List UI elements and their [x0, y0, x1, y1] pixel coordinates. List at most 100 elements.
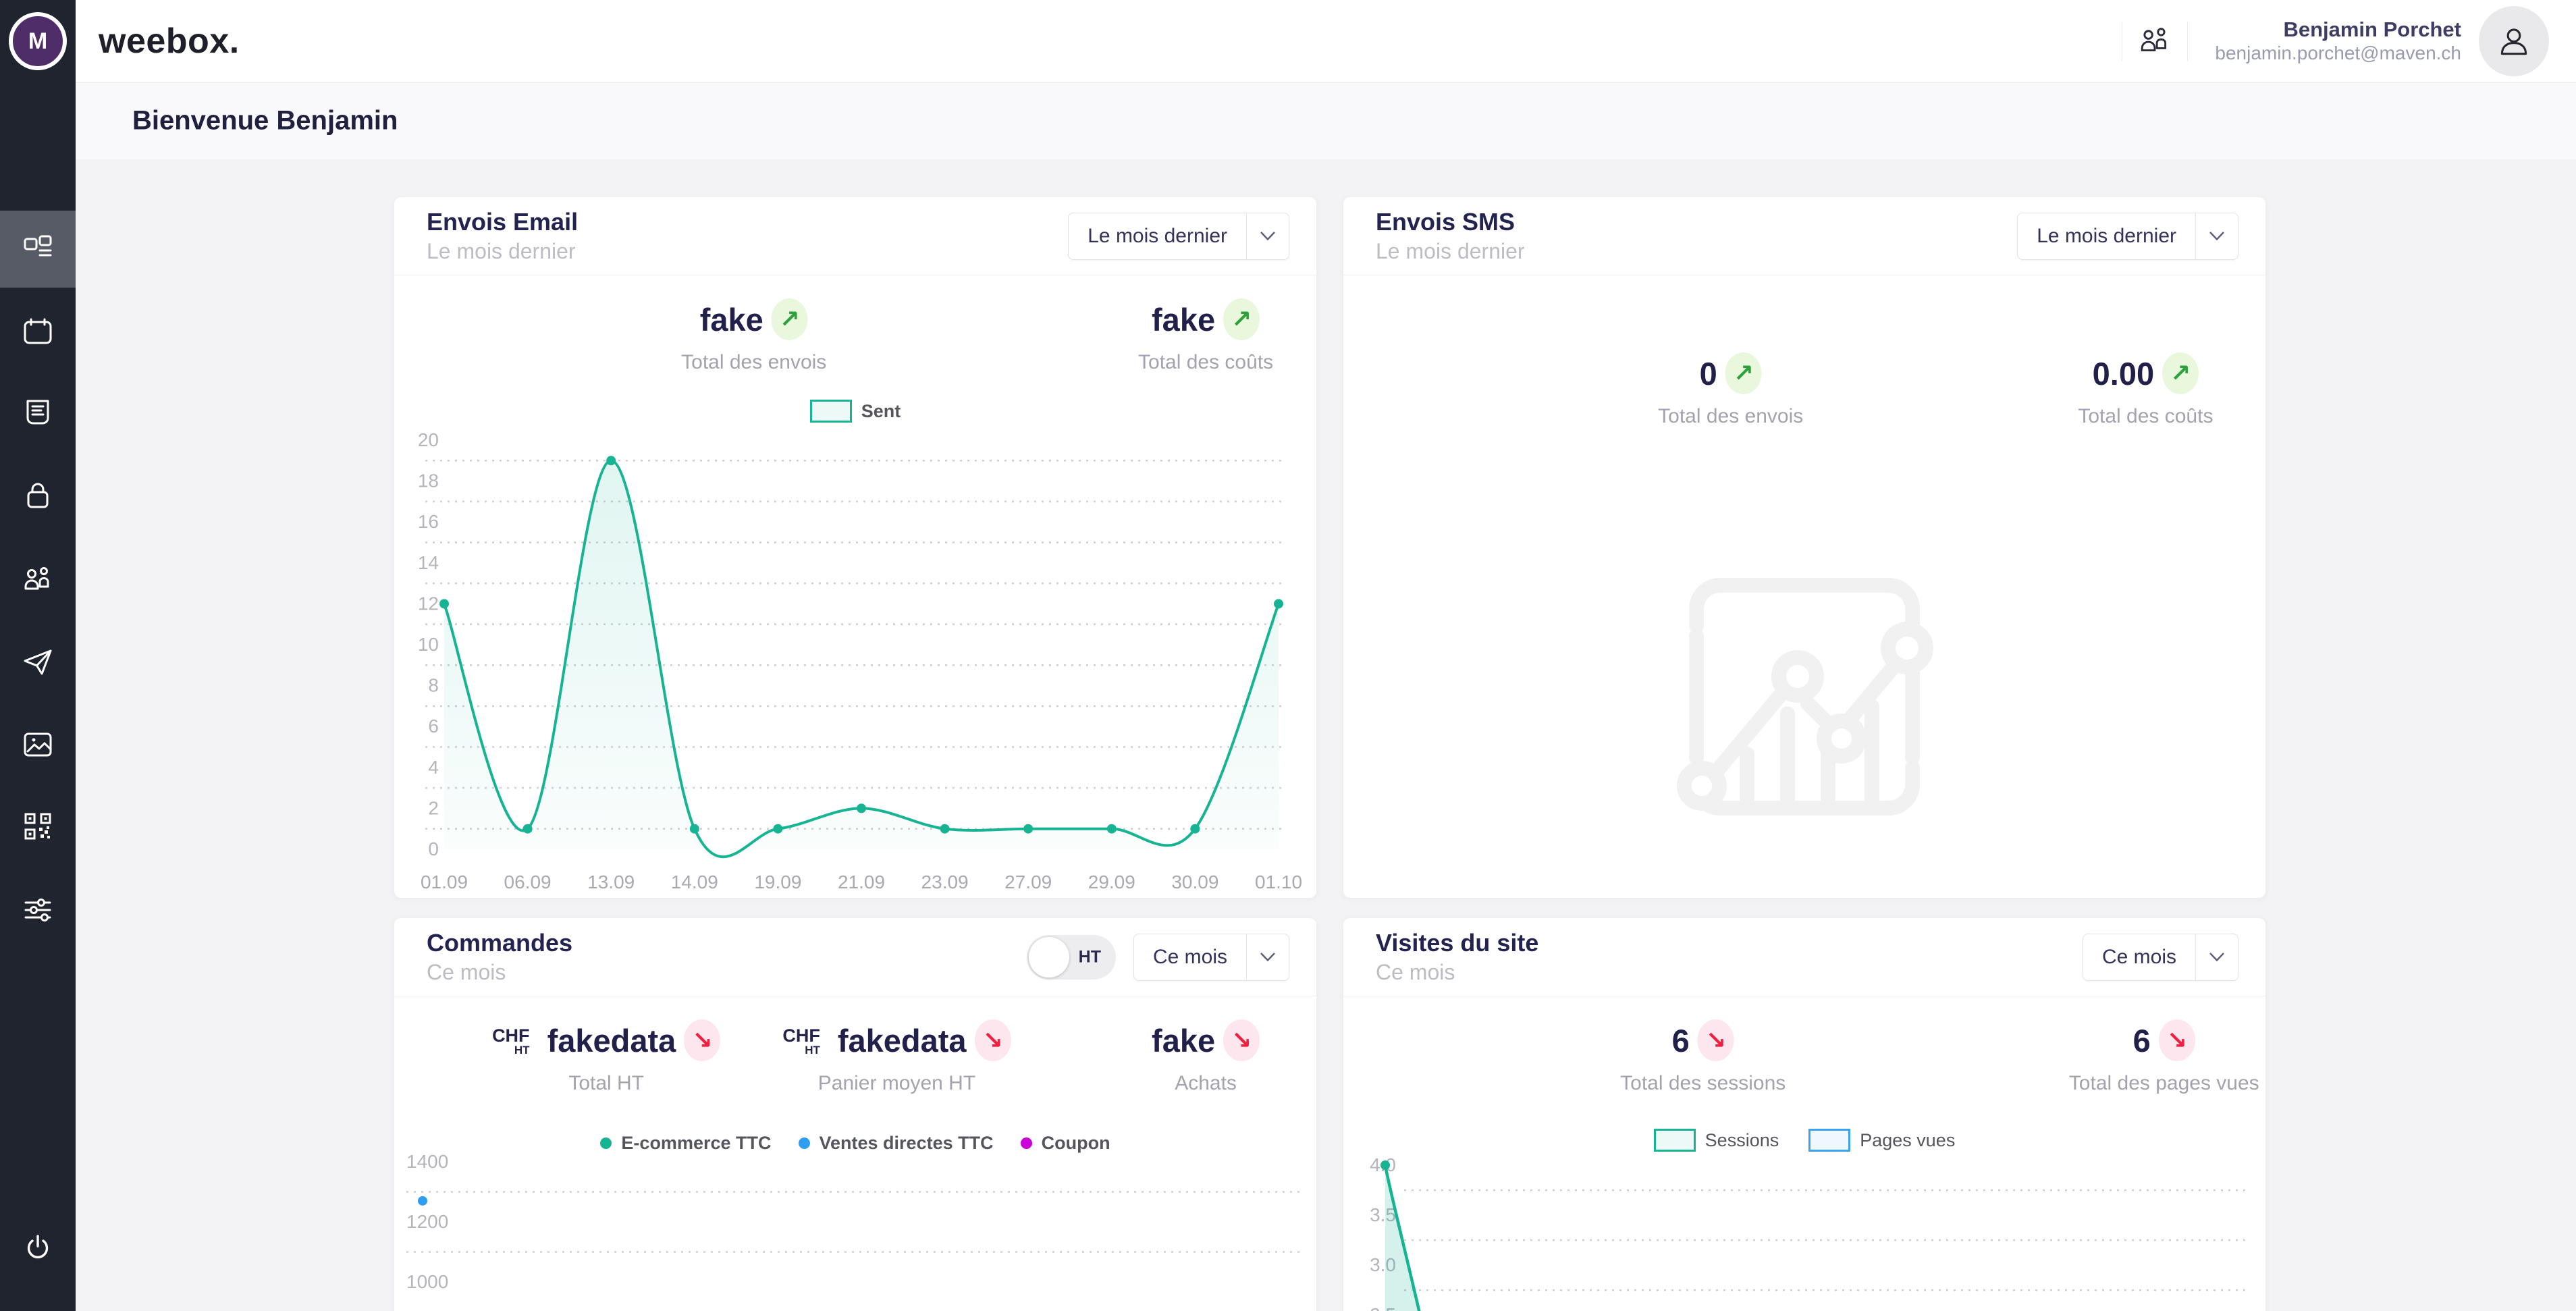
topbar-right-cluster: Benjamin Porchet benjamin.porchet@maven.… [2122, 0, 2549, 82]
workspace-badge[interactable]: M [9, 12, 67, 70]
toggle-knob [1029, 937, 1069, 978]
svg-text:16: 16 [418, 511, 439, 532]
card-commandes: Commandes Ce mois HT Ce mois [394, 918, 1316, 1311]
trend-up-icon: ↗ [1223, 298, 1260, 340]
user-group-icon [2139, 25, 2171, 57]
email-line-chart: 0246810121416182001.0906.0913.0914.0919.… [402, 432, 1307, 898]
stat-total-ht: CHF HT fakedata ↘ Total HT [492, 1019, 720, 1095]
period-selector[interactable]: Ce mois [2083, 934, 2238, 981]
stat-total-sessions: 6 ↘ Total des sessions [1620, 1019, 1786, 1095]
page-title: Bienvenue Benjamin [132, 106, 398, 136]
chevron-down-icon [1247, 213, 1289, 259]
dashboard-icon [22, 234, 53, 265]
chart-placeholder-icon [1669, 562, 1939, 835]
svg-text:6: 6 [428, 716, 439, 737]
divider [2187, 22, 2188, 61]
card-envois-sms: Envois SMS Le mois dernier Le mois derni… [1343, 197, 2265, 898]
trend-up-icon: ↗ [772, 298, 808, 340]
svg-text:4: 4 [428, 757, 439, 778]
svg-text:18: 18 [418, 471, 439, 491]
image-icon [22, 729, 53, 760]
svg-text:0: 0 [428, 838, 439, 859]
period-selector[interactable]: Le mois dernier [1068, 213, 1289, 260]
card-header: Envois Email Le mois dernier Le mois der… [394, 197, 1316, 275]
stat-achats: fake ↘ Achats [1152, 1019, 1260, 1095]
svg-text:12: 12 [418, 593, 439, 614]
sidebar-item-qr-codes[interactable] [0, 788, 76, 865]
card-header: Commandes Ce mois HT Ce mois [394, 918, 1316, 996]
person-icon [2495, 22, 2533, 60]
stat-panier-moyen: CHF HT fakedata ↘ Panier moyen HT [782, 1019, 1011, 1095]
sidebar-item-logout[interactable] [0, 1209, 76, 1286]
period-selector-value: Le mois dernier [1069, 213, 1246, 259]
period-selector-value: Le mois dernier [2018, 213, 2195, 259]
legend-swatch [810, 400, 852, 423]
period-selector[interactable]: Le mois dernier [2017, 213, 2238, 260]
card-subtitle: Ce mois [427, 960, 1027, 985]
svg-text:23.09: 23.09 [921, 872, 969, 892]
invoice-icon [22, 397, 53, 428]
qr-code-icon [22, 811, 53, 842]
card-title: Envois SMS [1376, 208, 2017, 236]
svg-text:14: 14 [418, 552, 439, 573]
send-icon [22, 647, 53, 678]
calendar-icon [22, 317, 53, 348]
user-info: Benjamin Porchet benjamin.porchet@maven.… [2215, 18, 2461, 64]
user-email: benjamin.porchet@maven.ch [2215, 42, 2461, 65]
svg-text:30.09: 30.09 [1171, 872, 1218, 892]
card-titles: Envois Email Le mois dernier [427, 208, 1068, 263]
stat-total-pages-vues: 6 ↘ Total des pages vues [2069, 1019, 2259, 1095]
card-envois-email: Envois Email Le mois dernier Le mois der… [394, 197, 1316, 898]
user-avatar[interactable] [2479, 6, 2549, 76]
svg-text:1400: 1400 [406, 1151, 448, 1172]
card-title: Envois Email [427, 208, 1068, 236]
chart-legend: Sent [394, 400, 1316, 423]
stat-total-couts-sms: 0.00 ↗ Total des coûts [2078, 352, 2213, 428]
svg-text:27.09: 27.09 [1004, 872, 1052, 892]
trend-down-icon: ↘ [1698, 1019, 1734, 1061]
ht-toggle[interactable]: HT [1027, 935, 1116, 980]
trend-up-icon: ↗ [1725, 352, 1762, 394]
svg-text:01.10: 01.10 [1255, 872, 1302, 892]
sidebar-nav: M [0, 0, 76, 1311]
legend-item-sent: Sent [810, 400, 901, 423]
sliders-icon [22, 894, 53, 926]
trend-down-icon: ↘ [975, 1019, 1011, 1061]
visites-chart: 4.03.53.02.5 [1351, 1148, 2257, 1311]
user-name: Benjamin Porchet [2215, 18, 2461, 42]
svg-text:20: 20 [418, 432, 439, 450]
shopping-bag-icon [22, 481, 53, 512]
period-selector[interactable]: Ce mois [1133, 934, 1289, 981]
svg-text:29.09: 29.09 [1088, 872, 1135, 892]
card-visites-du-site: Visites du site Ce mois Ce mois 6 ↘ Tota… [1343, 918, 2265, 1311]
currency-label: CHF HT [492, 1027, 530, 1056]
power-icon [22, 1232, 53, 1263]
sidebar-item-calendar[interactable] [0, 294, 76, 371]
sidebar-item-campaigns[interactable] [0, 624, 76, 701]
stat-total-couts: fake ↗ Total des coûts [1138, 298, 1273, 374]
sidebar-item-customers[interactable] [0, 541, 76, 618]
svg-text:01.09: 01.09 [421, 872, 468, 892]
welcome-band: Bienvenue Benjamin [76, 82, 2576, 159]
svg-text:1200: 1200 [406, 1211, 448, 1232]
sidebar-item-settings[interactable] [0, 872, 76, 948]
chevron-down-icon [2196, 934, 2238, 980]
trend-down-icon: ↘ [1223, 1019, 1260, 1061]
card-header: Visites du site Ce mois Ce mois [1343, 918, 2265, 996]
currency-label: CHF HT [782, 1027, 820, 1056]
trend-down-icon: ↘ [2159, 1019, 2195, 1061]
contacts-button[interactable] [2122, 0, 2187, 82]
customers-icon [22, 564, 53, 595]
svg-text:14.09: 14.09 [671, 872, 718, 892]
sidebar-item-dashboard[interactable] [0, 211, 76, 288]
top-bar: weebox. Benjamin Porchet benjamin.porche… [0, 0, 2576, 82]
card-subtitle: Le mois dernier [427, 239, 1068, 264]
svg-text:2: 2 [428, 797, 439, 818]
trend-down-icon: ↘ [684, 1019, 720, 1061]
weebox-logo: weebox. [99, 21, 240, 61]
card-subtitle: Ce mois [1376, 960, 2083, 985]
sidebar-item-invoices[interactable] [0, 374, 76, 451]
sidebar-item-media[interactable] [0, 706, 76, 783]
sidebar-item-shop[interactable] [0, 458, 76, 535]
svg-text:21.09: 21.09 [838, 872, 885, 892]
